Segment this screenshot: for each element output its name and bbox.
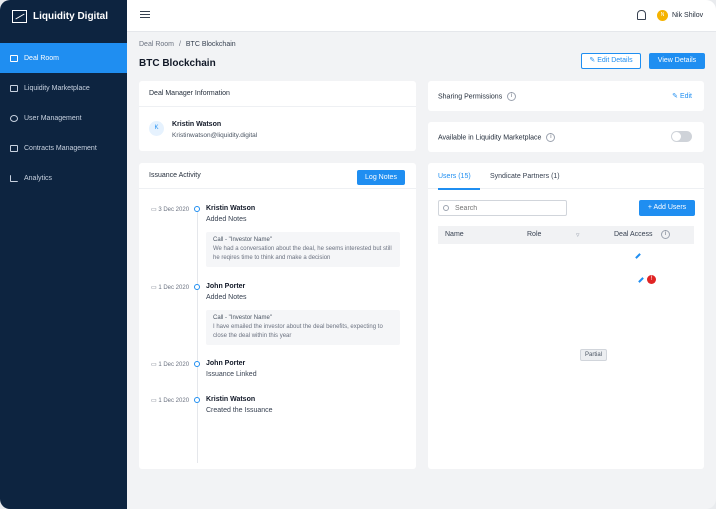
user-icon — [10, 114, 18, 122]
column-header-deal-access[interactable]: Deal Access — [614, 231, 653, 238]
timeline-note: Call - "Investor Name" We had a conversa… — [206, 232, 400, 267]
users-panel: Users (15) Syndicate Partners (1) + Add … — [428, 163, 704, 469]
timeline-date: ▭ 1 Dec 2020 — [151, 398, 190, 404]
timeline-date: ▭ 1 Dec 2020 — [151, 362, 190, 368]
timeline-date: ▭ 1 Dec 2020 — [151, 285, 190, 291]
sharing-edit-link[interactable]: ✎ Edit — [672, 92, 692, 100]
sidebar: Liquidity Digital Deal Room Liquidity Ma… — [0, 0, 127, 509]
view-details-button[interactable]: View Details — [649, 53, 705, 69]
breadcrumb: Deal Room / BTC Blockchain — [139, 41, 236, 48]
log-notes-button[interactable]: Log Notes — [357, 170, 405, 185]
sidebar-item-label: Liquidity Marketplace — [24, 84, 90, 92]
sidebar-item-liquidity-marketplace[interactable]: Liquidity Marketplace — [0, 73, 127, 103]
timeline-action: Added Notes — [206, 294, 247, 301]
sharing-edit-label: Edit — [679, 93, 692, 100]
marketplace-row: Available in Liquidity Marketplace i — [438, 133, 556, 142]
sharing-permissions-card: Sharing Permissions i ✎ Edit — [428, 81, 704, 111]
timeline-user: Kristin Watson — [206, 396, 256, 403]
edit-details-label: Edit Details — [597, 57, 633, 64]
app-frame: Liquidity Digital Deal Room Liquidity Ma… — [0, 0, 716, 509]
menu-toggle-icon[interactable] — [140, 11, 150, 20]
users-tabs: Users (15) Syndicate Partners (1) — [428, 163, 704, 190]
users-table-header: Name Role ▿ Deal Access i — [438, 226, 694, 244]
deal-manager-avatar: K — [149, 121, 164, 136]
timeline-action: Created the Issuance — [206, 407, 273, 414]
timeline-dot — [194, 284, 200, 290]
deal-manager-card: Deal Manager Information K Kristin Watso… — [139, 81, 416, 151]
column-header-role[interactable]: Role — [527, 231, 541, 238]
timeline-action: Added Notes — [206, 216, 247, 223]
sidebar-item-label: Analytics — [24, 174, 53, 182]
marketplace-toggle[interactable] — [671, 131, 692, 142]
sidebar-item-user-management[interactable]: User Management — [0, 103, 127, 133]
timeline-user: John Porter — [206, 360, 246, 367]
issuance-activity-card: Issuance Activity Log Notes ▭ 3 Dec 2020… — [139, 163, 416, 469]
partial-access-tooltip: Partial — [580, 349, 608, 361]
store-icon — [10, 84, 18, 92]
document-icon — [10, 144, 18, 152]
page-title: BTC Blockchain — [139, 58, 216, 69]
marketplace-label: Available in Liquidity Marketplace — [438, 134, 542, 142]
timeline-dot — [194, 361, 200, 367]
sidebar-item-label: User Management — [24, 114, 82, 122]
sidebar-item-deal-room[interactable]: Deal Room — [0, 43, 127, 73]
filter-icon[interactable]: ▿ — [576, 231, 580, 239]
note-title: Call - "Investor Name" — [213, 237, 272, 243]
chart-icon — [10, 174, 18, 182]
logo-icon — [12, 9, 27, 23]
marketplace-card: Available in Liquidity Marketplace i — [428, 122, 704, 152]
timeline-line — [197, 207, 198, 463]
info-icon[interactable]: i — [661, 230, 670, 239]
alert-badge[interactable]: ! — [647, 275, 656, 284]
tab-syndicate-partners[interactable]: Syndicate Partners (1) — [490, 173, 560, 180]
pencil-icon: ✎ — [672, 93, 680, 100]
search-icon — [443, 205, 449, 211]
active-tab-indicator — [438, 188, 480, 190]
pencil-icon[interactable] — [638, 277, 644, 283]
sidebar-item-label: Contracts Management — [24, 144, 97, 152]
timeline-action: Issuance Linked — [206, 371, 257, 378]
breadcrumb-parent[interactable]: Deal Room — [139, 41, 174, 48]
sidebar-nav: Deal Room Liquidity Marketplace User Man… — [0, 43, 127, 193]
edit-details-button[interactable]: ✎ Edit Details — [581, 53, 641, 69]
sharing-permissions-row: Sharing Permissions i — [438, 92, 517, 101]
deal-manager-heading: Deal Manager Information — [139, 81, 416, 107]
timeline-date: ▭ 3 Dec 2020 — [151, 207, 190, 213]
briefcase-icon — [10, 54, 18, 62]
deal-manager-email: Kristinwatson@liquidity.digital — [172, 132, 258, 139]
timeline-note: Call - "Investor Name" I have emailed th… — [206, 310, 400, 345]
timeline-dot — [194, 397, 200, 403]
logo[interactable]: Liquidity Digital — [0, 0, 127, 32]
avatar[interactable]: N — [657, 10, 668, 21]
note-body: We had a conversation about the deal, he… — [213, 246, 392, 261]
column-header-name[interactable]: Name — [445, 231, 464, 238]
user-name[interactable]: Nik Shilov — [672, 12, 703, 19]
note-title: Call - "Investor Name" — [213, 315, 272, 321]
topbar: N Nik Shilov — [127, 0, 716, 32]
sidebar-item-label: Deal Room — [24, 54, 60, 62]
sidebar-item-contracts-management[interactable]: Contracts Management — [0, 133, 127, 163]
note-body: I have emailed the investor about the de… — [213, 324, 383, 339]
app-title: Liquidity Digital — [33, 10, 108, 22]
timeline-user: Kristin Watson — [206, 205, 256, 212]
sharing-permissions-label: Sharing Permissions — [438, 93, 503, 101]
timeline-user: John Porter — [206, 283, 246, 290]
breadcrumb-separator: / — [178, 41, 181, 48]
pencil-icon[interactable] — [635, 253, 641, 259]
timeline-dot — [194, 206, 200, 212]
info-icon[interactable]: i — [546, 133, 556, 142]
breadcrumb-current: BTC Blockchain — [185, 41, 236, 48]
sidebar-item-analytics[interactable]: Analytics — [0, 163, 127, 193]
bell-icon[interactable] — [637, 10, 646, 20]
add-users-button[interactable]: + Add Users — [639, 200, 695, 216]
info-icon[interactable]: i — [507, 92, 517, 101]
deal-manager-name: Kristin Watson — [172, 121, 222, 128]
tab-users[interactable]: Users (15) — [438, 173, 471, 180]
search-input[interactable] — [438, 200, 567, 216]
